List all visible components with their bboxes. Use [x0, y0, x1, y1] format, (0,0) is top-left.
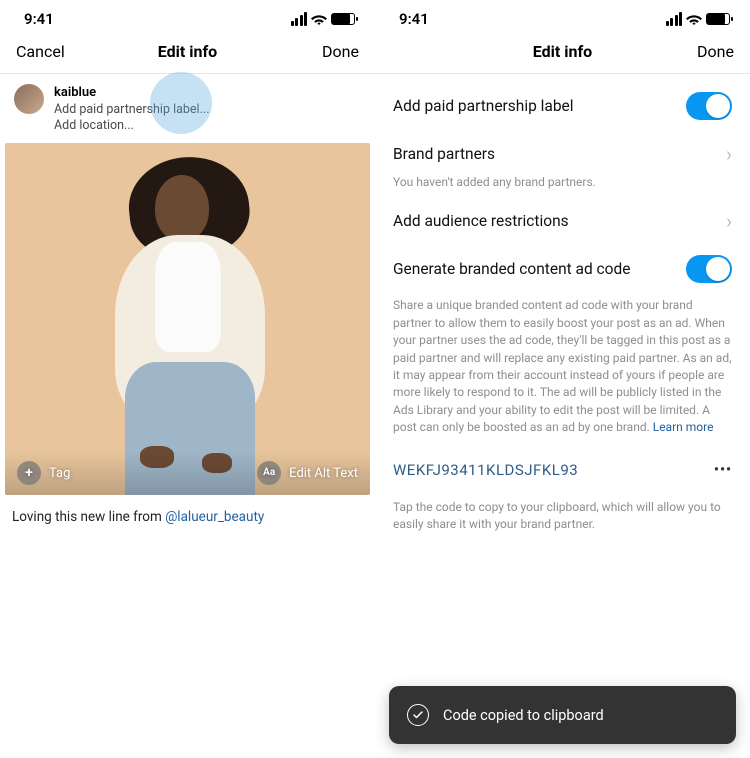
toast-text: Code copied to clipboard [443, 707, 604, 724]
done-button[interactable]: Done [299, 42, 359, 61]
settings-list: Add paid partnership label Brand partner… [375, 74, 750, 543]
done-button[interactable]: Done [674, 42, 734, 61]
chevron-right-icon: › [726, 211, 732, 231]
tag-people-button[interactable]: + Tag [17, 461, 70, 485]
tag-label: Tag [49, 466, 70, 481]
avatar[interactable] [14, 84, 44, 114]
row-brand-partners[interactable]: Brand partners › [375, 134, 750, 174]
aa-icon: Aa [257, 461, 281, 485]
row-audience-restrictions[interactable]: Add audience restrictions › [375, 201, 750, 241]
ad-code-value[interactable]: WEKFJ93411KLDSJFKL93 [393, 461, 578, 479]
username[interactable]: kaiblue [54, 84, 210, 102]
generate-ad-code-description: Share a unique branded content ad code w… [375, 297, 750, 450]
edit-alt-text-button[interactable]: Aa Edit Alt Text [257, 461, 358, 485]
description-text: Share a unique branded content ad code w… [393, 298, 731, 434]
status-bar: 9:41 [375, 0, 750, 32]
row-generate-ad-code[interactable]: Generate branded content ad code [375, 241, 750, 297]
plus-icon: + [17, 461, 41, 485]
row-label: Add paid partnership label [393, 97, 574, 115]
caption-text: Loving this new line from [12, 509, 165, 525]
add-paid-partnership-link[interactable]: Add paid partnership label... [54, 102, 210, 119]
battery-icon [706, 13, 730, 25]
post-image[interactable]: + Tag Aa Edit Alt Text [5, 143, 370, 495]
status-icons [666, 12, 731, 26]
alt-text-label: Edit Alt Text [289, 466, 358, 481]
chevron-right-icon: › [726, 144, 732, 164]
row-label: Generate branded content ad code [393, 260, 630, 278]
page-title: Edit info [158, 42, 217, 61]
post-meta: kaiblue Add paid partnership label... Ad… [54, 84, 210, 135]
toggle-paid-partnership[interactable] [686, 92, 732, 120]
caption-mention[interactable]: @lalueur_beauty [165, 509, 264, 525]
battery-icon [331, 13, 355, 25]
row-paid-partnership-label[interactable]: Add paid partnership label [375, 78, 750, 134]
nav-bar: Cancel Edit info Done [0, 32, 375, 74]
nav-bar: . Edit info Done [375, 32, 750, 74]
add-location-link[interactable]: Add location... [54, 118, 210, 135]
row-label: Brand partners [393, 145, 495, 163]
wifi-icon [311, 13, 327, 25]
cancel-button[interactable]: Cancel [16, 42, 76, 61]
row-label: Add audience restrictions [393, 212, 569, 230]
more-options-button[interactable]: ••• [714, 462, 732, 478]
status-time: 9:41 [24, 10, 54, 28]
cellular-icon [666, 12, 683, 26]
ad-code-hint: Tap the code to copy to your clipboard, … [375, 485, 750, 544]
status-time: 9:41 [399, 10, 429, 28]
brand-partners-hint: You haven't added any brand partners. [375, 174, 750, 201]
image-overlay: + Tag Aa Edit Alt Text [5, 451, 370, 495]
status-icons [291, 12, 356, 26]
screen-edit-post: 9:41 Cancel Edit info Done kaiblue Add p… [0, 0, 375, 758]
cellular-icon [291, 12, 308, 26]
toast-copied: Code copied to clipboard [389, 686, 736, 744]
image-content [5, 143, 370, 495]
toggle-generate-ad-code[interactable] [686, 255, 732, 283]
learn-more-link[interactable]: Learn more [653, 420, 714, 434]
ad-code-row: WEKFJ93411KLDSJFKL93 ••• [375, 451, 750, 485]
page-title: Edit info [533, 42, 592, 61]
screen-branded-content: 9:41 . Edit info Done Add paid partnersh… [375, 0, 750, 758]
caption[interactable]: Loving this new line from @lalueur_beaut… [0, 495, 375, 539]
post-header: kaiblue Add paid partnership label... Ad… [0, 74, 375, 143]
wifi-icon [686, 13, 702, 25]
status-bar: 9:41 [0, 0, 375, 32]
check-circle-icon [407, 704, 429, 726]
